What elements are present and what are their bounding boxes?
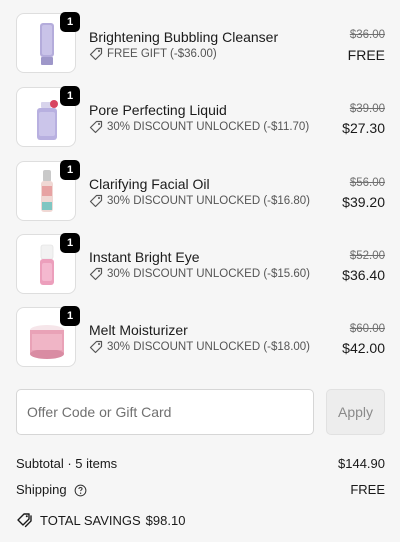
quantity-badge: 1 bbox=[60, 160, 80, 180]
original-price: $60.00 bbox=[349, 323, 385, 335]
tag-icon bbox=[89, 47, 103, 61]
shipping-label: Shipping bbox=[16, 482, 67, 497]
total-savings-row: TOTAL SAVINGS $98.10 bbox=[16, 512, 185, 528]
product-name: Brightening Bubbling Cleanser bbox=[89, 29, 279, 45]
product-name: Clarifying Facial Oil bbox=[89, 176, 210, 192]
cart-item: 1 Brightening Bubbling Cleanser FREE GIF… bbox=[0, 12, 400, 86]
promo-text: 30% DISCOUNT UNLOCKED (-$16.80) bbox=[107, 195, 311, 207]
item-price: $39.20 bbox=[342, 194, 385, 210]
tags-icon bbox=[17, 513, 32, 528]
total-savings-label: TOTAL SAVINGS bbox=[40, 512, 141, 528]
promo-line: 30% DISCOUNT UNLOCKED (-$16.80) bbox=[89, 194, 310, 208]
item-price: FREE bbox=[347, 47, 385, 63]
subtotal-value: $144.90 bbox=[338, 456, 385, 471]
cart-item: 1 Instant Bright Eye 30% DISCOUNT UNLOCK… bbox=[0, 233, 400, 307]
quantity-badge: 1 bbox=[60, 86, 80, 106]
shipping-row: Shipping bbox=[16, 482, 87, 497]
offer-code-input[interactable] bbox=[16, 389, 314, 435]
original-price: $39.00 bbox=[349, 103, 385, 115]
original-price: $52.00 bbox=[349, 250, 385, 262]
promo-line: 30% DISCOUNT UNLOCKED (-$11.70) bbox=[89, 120, 309, 134]
cart-item: 1 Melt Moisturizer 30% DISCOUNT UNLOCKED… bbox=[0, 306, 400, 380]
item-price: $42.00 bbox=[342, 340, 385, 356]
tag-icon bbox=[89, 340, 103, 354]
promo-text: 30% DISCOUNT UNLOCKED (-$15.60) bbox=[107, 268, 311, 280]
cart-item: 1 Pore Perfecting Liquid 30% DISCOUNT UN… bbox=[0, 86, 400, 160]
shipping-value: FREE bbox=[350, 482, 385, 497]
tag-icon bbox=[89, 267, 103, 281]
product-name: Pore Perfecting Liquid bbox=[89, 102, 227, 118]
promo-line: 30% DISCOUNT UNLOCKED (-$15.60) bbox=[89, 267, 310, 281]
promo-text: 30% DISCOUNT UNLOCKED (-$18.00) bbox=[107, 341, 311, 353]
quantity-badge: 1 bbox=[60, 233, 80, 253]
item-price: $36.40 bbox=[342, 267, 385, 283]
tag-icon bbox=[89, 194, 103, 208]
cart-item: 1 Clarifying Facial Oil 30% DISCOUNT UNL… bbox=[0, 160, 400, 234]
tag-icon bbox=[89, 120, 103, 134]
product-name: Melt Moisturizer bbox=[89, 322, 188, 338]
promo-text: 30% DISCOUNT UNLOCKED (-$11.70) bbox=[107, 121, 310, 133]
subtotal-label: Subtotal · 5 items bbox=[16, 456, 118, 471]
quantity-badge: 1 bbox=[60, 306, 80, 326]
promo-text: FREE GIFT (-$36.00) bbox=[107, 48, 217, 60]
promo-line: FREE GIFT (-$36.00) bbox=[89, 47, 217, 61]
original-price: $36.00 bbox=[349, 29, 385, 41]
product-name: Instant Bright Eye bbox=[89, 249, 200, 265]
apply-button[interactable]: Apply bbox=[326, 389, 385, 435]
question-circle-icon[interactable] bbox=[74, 484, 87, 497]
item-price: $27.30 bbox=[342, 120, 385, 136]
promo-line: 30% DISCOUNT UNLOCKED (-$18.00) bbox=[89, 340, 310, 354]
quantity-badge: 1 bbox=[60, 12, 80, 32]
original-price: $56.00 bbox=[349, 177, 385, 189]
total-savings-value: $98.10 bbox=[145, 512, 186, 528]
